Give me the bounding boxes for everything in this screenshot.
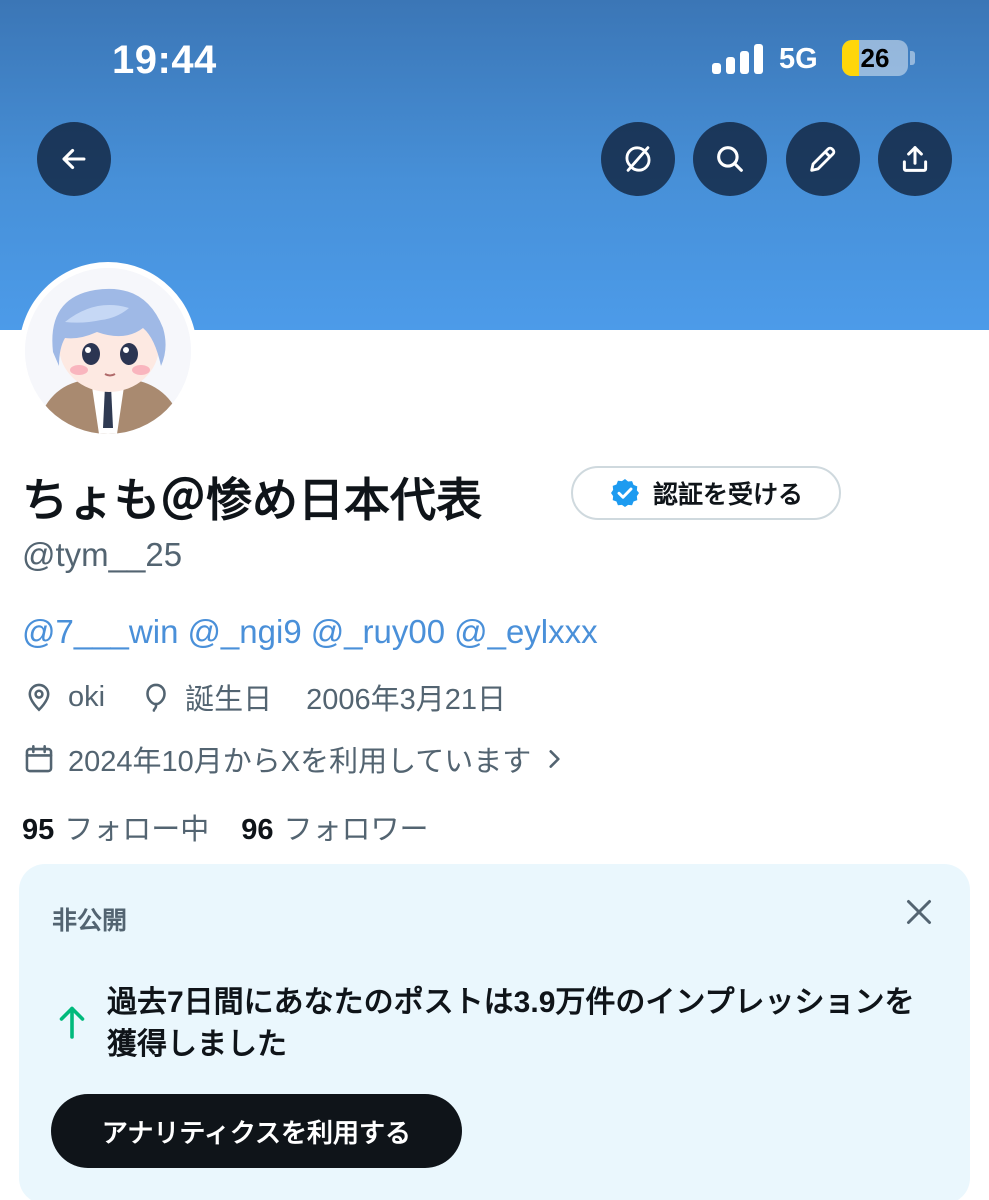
location-text: oki bbox=[68, 680, 106, 713]
search-icon bbox=[717, 146, 743, 172]
network-label: 5G bbox=[779, 43, 818, 75]
status-bar: 19:44 5G 26 bbox=[0, 0, 989, 110]
battery-level: 26 bbox=[860, 43, 890, 73]
close-icon[interactable] bbox=[901, 894, 937, 930]
display-name: ちょも＠惨め日本代表 bbox=[22, 474, 482, 526]
follow-stats: 95 フォロー中 96 フォロワー bbox=[22, 806, 429, 848]
edit-pencil-icon bbox=[810, 146, 836, 172]
bio-mention-link[interactable]: @_eylxxx bbox=[454, 613, 598, 651]
back-arrow-icon bbox=[62, 148, 86, 170]
status-time: 19:44 bbox=[112, 38, 217, 82]
grok-icon bbox=[625, 146, 651, 172]
birthday-date: 2006年3月21日 bbox=[306, 684, 506, 716]
following-link[interactable]: 95 フォロー中 bbox=[22, 806, 209, 848]
arrow-up-icon bbox=[59, 1006, 85, 1039]
profile-meta-row: oki 誕生日 2006年3月21日 bbox=[22, 676, 506, 718]
calendar-icon bbox=[25, 744, 53, 773]
battery-icon: 26 bbox=[842, 40, 908, 76]
verified-badge-icon bbox=[610, 479, 639, 507]
chevron-right-icon bbox=[549, 750, 560, 768]
share-button[interactable] bbox=[878, 122, 952, 196]
joined-date: 2024年10月からXを利用しています bbox=[68, 746, 532, 778]
search-button[interactable] bbox=[693, 122, 767, 196]
profile-page: 19:44 5G 26 ちょも＠惨め日本代表 認証を受ける @tym__25 @… bbox=[0, 0, 989, 1200]
avatar-image bbox=[25, 268, 191, 434]
get-verified-button[interactable]: 認証を受ける bbox=[571, 466, 841, 520]
bio-mention-link[interactable]: @7___win bbox=[22, 613, 178, 651]
analytics-button[interactable]: アナリティクスを利用する bbox=[51, 1094, 462, 1168]
balloon-icon bbox=[146, 683, 166, 712]
following-label: フォロー中 bbox=[64, 814, 210, 846]
get-verified-label: 認証を受ける bbox=[652, 481, 803, 509]
edit-button[interactable] bbox=[786, 122, 860, 196]
analytics-card: 非公開 過去7日間にあなたのポストは3.9万件のインプレッションを獲得しました … bbox=[19, 864, 970, 1200]
followers-label: フォロワー bbox=[283, 814, 429, 846]
card-private-label: 非公開 bbox=[52, 907, 128, 935]
share-icon bbox=[902, 146, 928, 172]
birthday-label: 誕生日 bbox=[185, 684, 273, 716]
user-handle: @tym__25 bbox=[22, 536, 183, 573]
grok-button[interactable] bbox=[601, 122, 675, 196]
followers-link[interactable]: 96 フォロワー bbox=[241, 806, 428, 848]
signal-strength-icon bbox=[712, 44, 764, 74]
avatar[interactable] bbox=[19, 262, 197, 440]
followers-count: 96 bbox=[241, 814, 274, 846]
joined-row[interactable]: 2024年10月からXを利用しています bbox=[22, 738, 567, 780]
bio-mention-link[interactable]: @_ruy00 bbox=[311, 613, 445, 651]
bio-mention-link[interactable]: @_ngi9 bbox=[187, 613, 301, 651]
location-pin-icon bbox=[28, 683, 50, 712]
following-count: 95 bbox=[22, 814, 55, 846]
bio: @7___win @_ngi9 @_ruy00 @_eylxxx bbox=[22, 613, 598, 651]
battery-tip bbox=[910, 51, 915, 65]
impressions-message: 過去7日間にあなたのポストは3.9万件のインプレッションを獲得しました bbox=[107, 986, 915, 1061]
back-button[interactable] bbox=[37, 122, 111, 196]
